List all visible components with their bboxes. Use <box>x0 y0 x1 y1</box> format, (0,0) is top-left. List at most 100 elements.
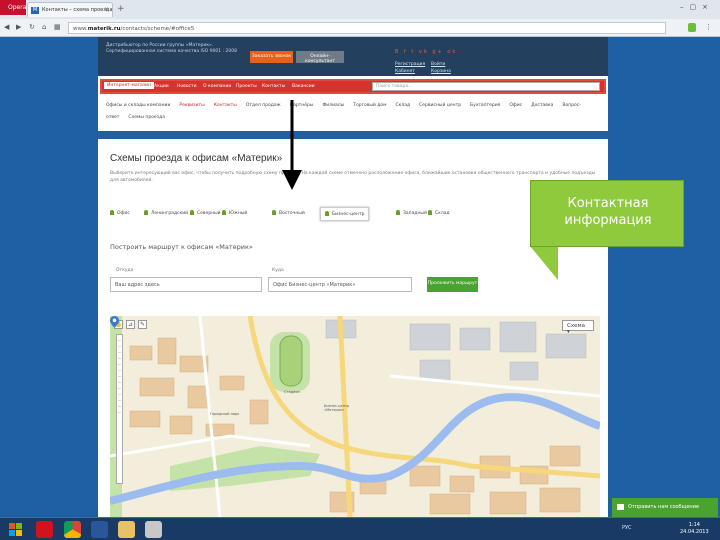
office-tab[interactable]: Северный <box>190 210 221 216</box>
callout-tail <box>530 246 558 280</box>
back-icon[interactable]: ◀ <box>4 23 9 31</box>
map-type-label: Схема <box>567 323 585 329</box>
office-tab[interactable]: Офис <box>110 210 130 216</box>
office-tab[interactable]: Западный <box>396 210 427 216</box>
office-tab[interactable]: Бизнес-центр <box>320 207 370 221</box>
to-input[interactable]: Офис Бизнес-центр «Материк» <box>268 277 412 292</box>
site-tagline: Дистрибьютор по России группы «Материк».… <box>106 43 237 54</box>
browser-menu-icon[interactable]: ⋮ <box>705 23 712 31</box>
sub-link[interactable]: Реквизиты <box>179 103 204 108</box>
home-icon[interactable]: ⌂ <box>42 23 46 31</box>
site-favicon-icon: M <box>31 7 39 14</box>
download-icon[interactable] <box>688 23 696 32</box>
opera-menu-button[interactable]: Opera <box>0 0 26 15</box>
office-tab[interactable]: Ленинградский <box>144 210 188 216</box>
url-path: /contacts/scheme/#office5 <box>120 26 195 32</box>
opera-icon[interactable] <box>36 521 53 538</box>
office-tab-label: Западный <box>403 211 427 216</box>
to-label: Куда <box>272 268 284 273</box>
word-icon[interactable] <box>91 521 108 538</box>
map-type-select[interactable]: Схема ▾ <box>562 320 594 335</box>
nav-projects[interactable]: Проекты <box>236 84 257 89</box>
intro-text: Выберите интересующий вас офис, чтобы по… <box>110 171 596 183</box>
taskbar-clock[interactable]: 1:14 24.04.2013 <box>680 522 709 536</box>
callout-text: Контактная информация <box>564 196 652 228</box>
browser-tab[interactable]: M Контакты – схема проезда × <box>27 2 113 17</box>
office-tab-label: Бизнес-центр <box>332 212 365 217</box>
sub-link[interactable]: Контакты <box>214 103 237 108</box>
windows-start-icon[interactable] <box>3 520 29 539</box>
sub-link[interactable]: Доставка <box>531 103 553 108</box>
chrome-icon[interactable] <box>64 521 81 538</box>
language-indicator[interactable]: РУС <box>622 525 632 531</box>
sub-navigation: Офисы и склады компании Реквизиты Контакты… <box>106 100 596 124</box>
clock-time: 1:14 <box>688 522 700 528</box>
cabinet-link[interactable]: Кабинет <box>395 69 415 74</box>
close-tab-icon[interactable]: × <box>104 6 109 13</box>
office-tab[interactable]: Склад <box>428 210 450 216</box>
sub-link[interactable]: Офис <box>509 103 522 108</box>
office-tab-label: Офис <box>117 211 130 216</box>
windows-taskbar: РУС 1:14 24.04.2013 <box>0 517 720 540</box>
login-link[interactable]: Войти <box>431 62 445 67</box>
site-header: Дистрибьютор по России группы «Материк».… <box>98 37 608 76</box>
map-label-park: Городской парк <box>210 412 240 416</box>
nav-shop[interactable]: Интернет-магазин <box>104 82 155 89</box>
office-tab[interactable]: Южный <box>222 210 247 216</box>
cart-link[interactable]: Корзина <box>431 69 451 74</box>
sub-link[interactable]: Торговый дом <box>353 103 386 108</box>
from-input[interactable]: Ваш адрес здесь <box>110 277 262 292</box>
new-tab-icon[interactable]: + <box>117 4 125 14</box>
nav-about[interactable]: О компании <box>203 84 231 89</box>
window-controls[interactable]: –▢× <box>680 3 714 11</box>
explorer-icon[interactable] <box>118 521 135 538</box>
map-graphic <box>110 316 600 517</box>
map-pin-icon <box>190 210 194 215</box>
nav-jobs[interactable]: Вакансии <box>292 84 315 89</box>
sub-link[interactable]: Офисы и склады компании <box>106 103 170 108</box>
map-pin-icon <box>110 210 114 215</box>
forward-icon[interactable]: ▶ <box>16 23 21 31</box>
tab-title: Контакты – схема проезда <box>42 7 113 13</box>
sub-link[interactable]: Схемы проезда <box>128 115 165 120</box>
social-icons[interactable]: B f t vk g+ ok <box>395 49 457 55</box>
main-navigation: Интернет-магазин Акции Новости О компани… <box>100 79 606 94</box>
map-pin-icon <box>396 210 400 215</box>
sub-link[interactable]: Отдел продаж <box>246 103 281 108</box>
office-location-pin-icon[interactable] <box>110 316 119 328</box>
online-consult-button[interactable]: Онлайн-консультант <box>296 51 344 64</box>
url-prefix: www. <box>73 26 88 32</box>
pencil-icon[interactable]: ✎ <box>138 320 147 329</box>
office-tab-label: Склад <box>435 211 450 216</box>
map-label-stadium: Стадион <box>284 390 300 394</box>
page-title: Схемы проезда к офисам «Материк» <box>110 153 283 164</box>
clock-date: 24.04.2013 <box>680 529 709 535</box>
office-tab[interactable]: Восточный <box>272 210 305 216</box>
site-search-input[interactable]: Поиск товара… <box>372 82 600 91</box>
sub-link[interactable]: Бухгалтерия <box>470 103 500 108</box>
ruler-icon[interactable]: ⊿ <box>126 320 135 329</box>
office-tab-label: Восточный <box>279 211 305 216</box>
build-route-button[interactable]: Проложить маршрут <box>427 277 478 292</box>
map-pin-icon <box>272 210 276 215</box>
from-label: Откуда <box>116 268 134 273</box>
sub-link[interactable]: Филиалы <box>322 103 344 108</box>
map-pin-icon <box>428 210 432 215</box>
sub-link[interactable]: Склад <box>396 103 411 108</box>
order-call-button[interactable]: Заказать звонок <box>250 51 293 63</box>
map-label-office: Бизнес-центр «Материк» <box>324 404 350 412</box>
down-arrow-icon <box>282 100 302 190</box>
nav-contacts[interactable]: Контакты <box>262 84 285 89</box>
office-tabs: Офис Ленинградский Северный Южный Восточный Б… <box>110 207 600 221</box>
zoom-slider[interactable] <box>116 334 123 484</box>
media-icon[interactable] <box>145 521 162 538</box>
url-field[interactable]: www.materik.ru/contacts/scheme/#office5 <box>68 22 666 34</box>
sub-link[interactable]: Сервисный центр <box>419 103 461 108</box>
register-link[interactable]: Регистрация <box>395 62 425 67</box>
nav-news[interactable]: Новости <box>177 84 197 89</box>
speed-dial-icon[interactable]: ▦ <box>54 23 61 31</box>
nav-promo[interactable]: Акции <box>154 84 169 89</box>
send-message-button[interactable]: Отправить нам сообщение <box>612 498 718 517</box>
reload-icon[interactable]: ↻ <box>29 23 35 31</box>
route-map[interactable]: ✋ ⊿ ✎ Схема ▾ Бизнес-центр «Материк» Ста… <box>110 316 600 517</box>
